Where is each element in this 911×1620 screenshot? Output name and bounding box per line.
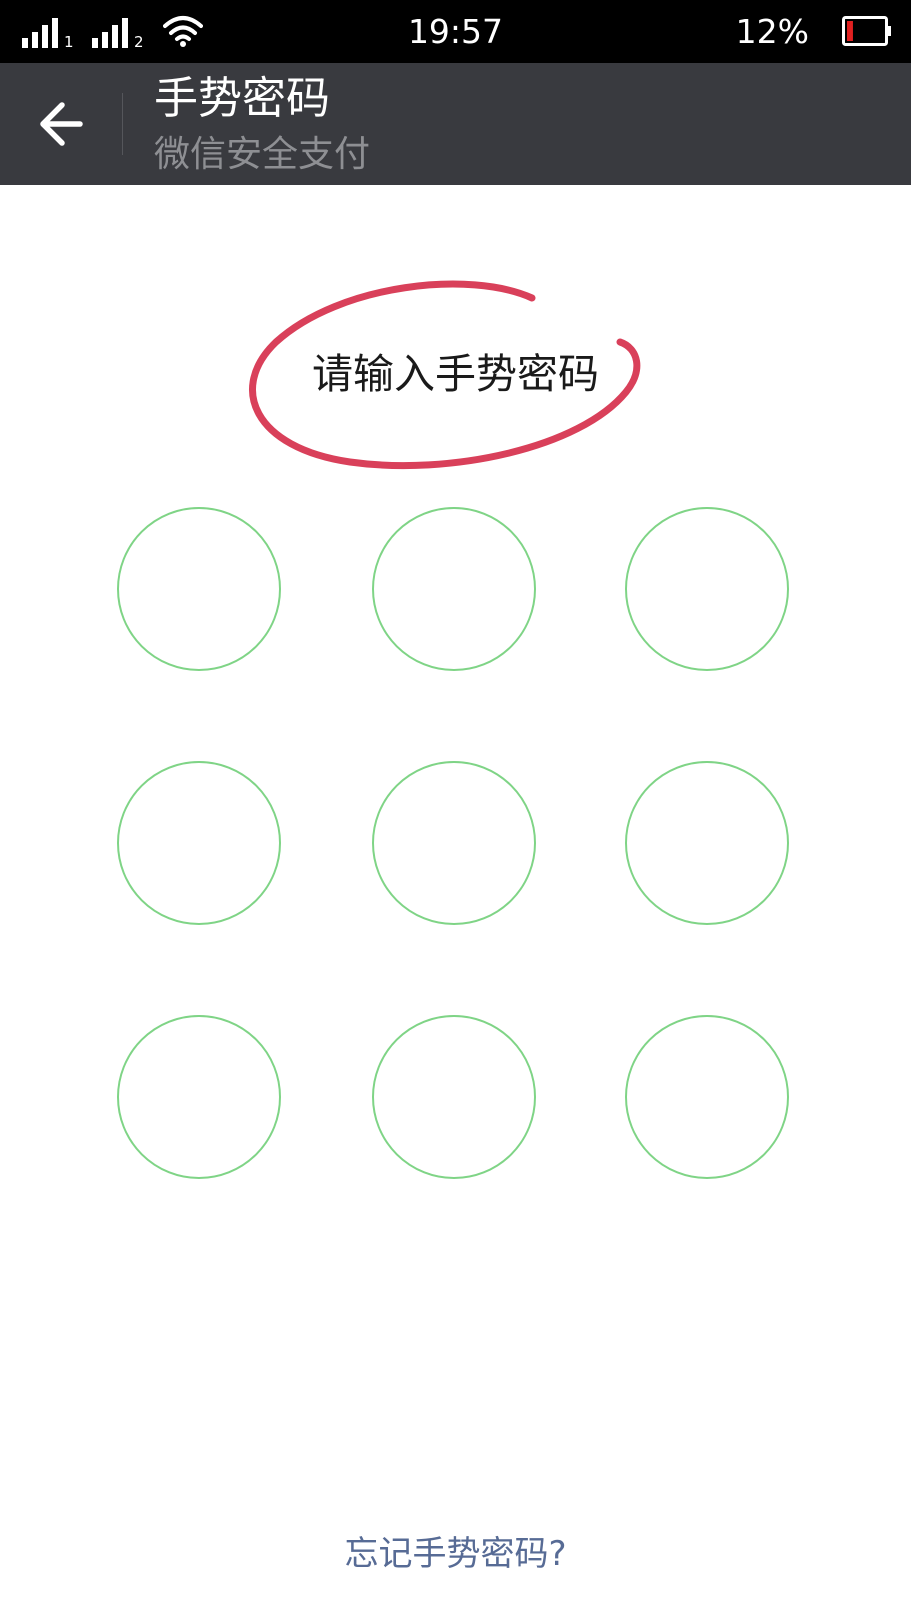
back-button[interactable] bbox=[28, 91, 98, 157]
gesture-dot-5[interactable] bbox=[372, 761, 536, 925]
gesture-dot-4[interactable] bbox=[117, 761, 281, 925]
gesture-dot-1[interactable] bbox=[117, 507, 281, 671]
battery-percent: 12% bbox=[735, 12, 809, 51]
gesture-dot-9[interactable] bbox=[625, 1015, 789, 1179]
battery-level-fill bbox=[847, 21, 853, 41]
gesture-grid[interactable] bbox=[117, 507, 794, 1184]
gesture-dot-7[interactable] bbox=[117, 1015, 281, 1179]
page-subtitle: 微信安全支付 bbox=[154, 134, 371, 175]
gesture-password-screen: 1 2 19:57 12% 手势密码 微信安全支付 请输入手势密码 忘记手势密码… bbox=[0, 0, 911, 1620]
gesture-prompt: 请输入手势密码 bbox=[312, 350, 599, 398]
gesture-dot-3[interactable] bbox=[625, 507, 789, 671]
arrow-left-icon bbox=[40, 102, 83, 146]
gesture-dot-6[interactable] bbox=[625, 761, 789, 925]
title-divider bbox=[122, 93, 123, 155]
gesture-dot-8[interactable] bbox=[372, 1015, 536, 1179]
status-bar: 1 2 19:57 12% bbox=[0, 0, 911, 63]
forgot-gesture-link[interactable]: 忘记手势密码? bbox=[0, 1530, 911, 1578]
title-bar: 手势密码 微信安全支付 bbox=[0, 63, 911, 185]
gesture-dot-2[interactable] bbox=[372, 507, 536, 671]
battery-icon bbox=[842, 16, 891, 46]
page-title: 手势密码 bbox=[154, 73, 330, 124]
